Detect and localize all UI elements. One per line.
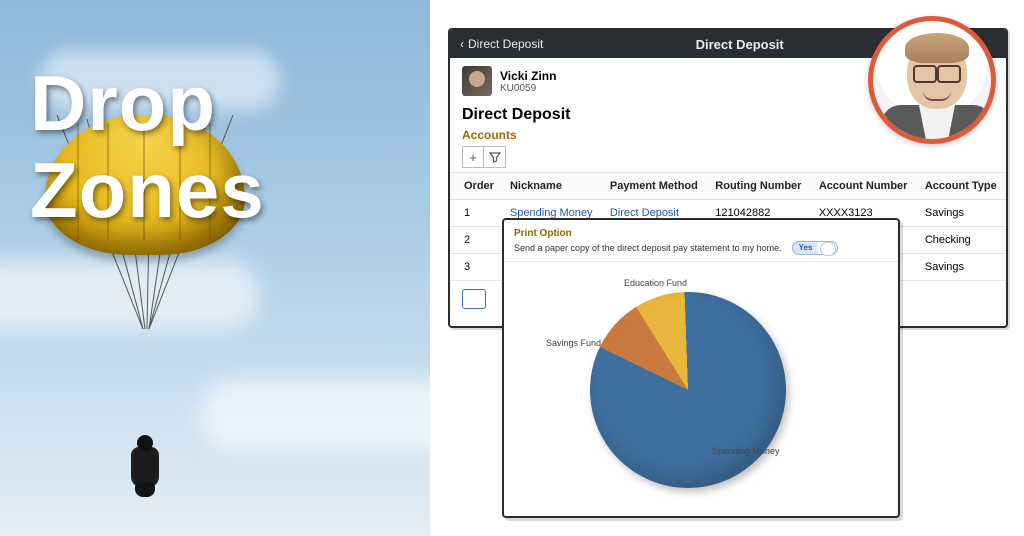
- user-id: KU0059: [500, 83, 556, 94]
- add-button[interactable]: +: [462, 146, 484, 168]
- cell-order: 3: [450, 254, 502, 281]
- pie-label-spending: Spending Money: [712, 446, 780, 456]
- col-payment-method[interactable]: Payment Method: [602, 173, 707, 200]
- filter-icon: [489, 151, 501, 163]
- hero-title-line1: Drop: [30, 60, 265, 147]
- cell-type: Savings: [917, 254, 1006, 281]
- table-header-row: Order Nickname Payment Method Routing Nu…: [450, 173, 1006, 200]
- pie-chart-area: Education Fund Savings Fund Spending Mon…: [504, 266, 898, 506]
- user-name: Vicki Zinn: [500, 69, 556, 83]
- toggle-label: Yes: [799, 243, 813, 252]
- table-toolbar: +: [450, 146, 1006, 172]
- divider: [504, 261, 898, 262]
- col-type[interactable]: Account Type: [917, 173, 1006, 200]
- hero-title: Drop Zones: [30, 60, 265, 235]
- glasses-icon: [913, 65, 961, 79]
- pie-label-education: Education Fund: [624, 278, 687, 288]
- hero-panel: Drop Zones: [0, 0, 430, 536]
- avatar: [462, 66, 492, 96]
- presenter-avatar: [868, 16, 996, 144]
- hero-title-line2: Zones: [30, 147, 265, 234]
- cell-order: 1: [450, 200, 502, 227]
- print-option-text: Send a paper copy of the direct deposit …: [514, 243, 782, 253]
- col-order[interactable]: Order: [450, 173, 502, 200]
- parachutist: [131, 447, 159, 487]
- footer-button[interactable]: [462, 289, 486, 309]
- cell-order: 2: [450, 227, 502, 254]
- cell-type: Checking: [917, 227, 1006, 254]
- col-routing[interactable]: Routing Number: [707, 173, 811, 200]
- paper-copy-toggle[interactable]: Yes: [792, 241, 838, 255]
- filter-button[interactable]: [484, 146, 506, 168]
- print-option-heading: Print Option: [504, 220, 898, 241]
- pie-label-savings: Savings Fund: [546, 338, 601, 348]
- cell-type: Savings: [917, 200, 1006, 227]
- print-option-window: Print Option Send a paper copy of the di…: [502, 218, 900, 518]
- col-nickname[interactable]: Nickname: [502, 173, 602, 200]
- chevron-left-icon: ‹: [460, 37, 464, 51]
- allocation-pie-chart: [590, 292, 786, 488]
- col-account[interactable]: Account Number: [811, 173, 917, 200]
